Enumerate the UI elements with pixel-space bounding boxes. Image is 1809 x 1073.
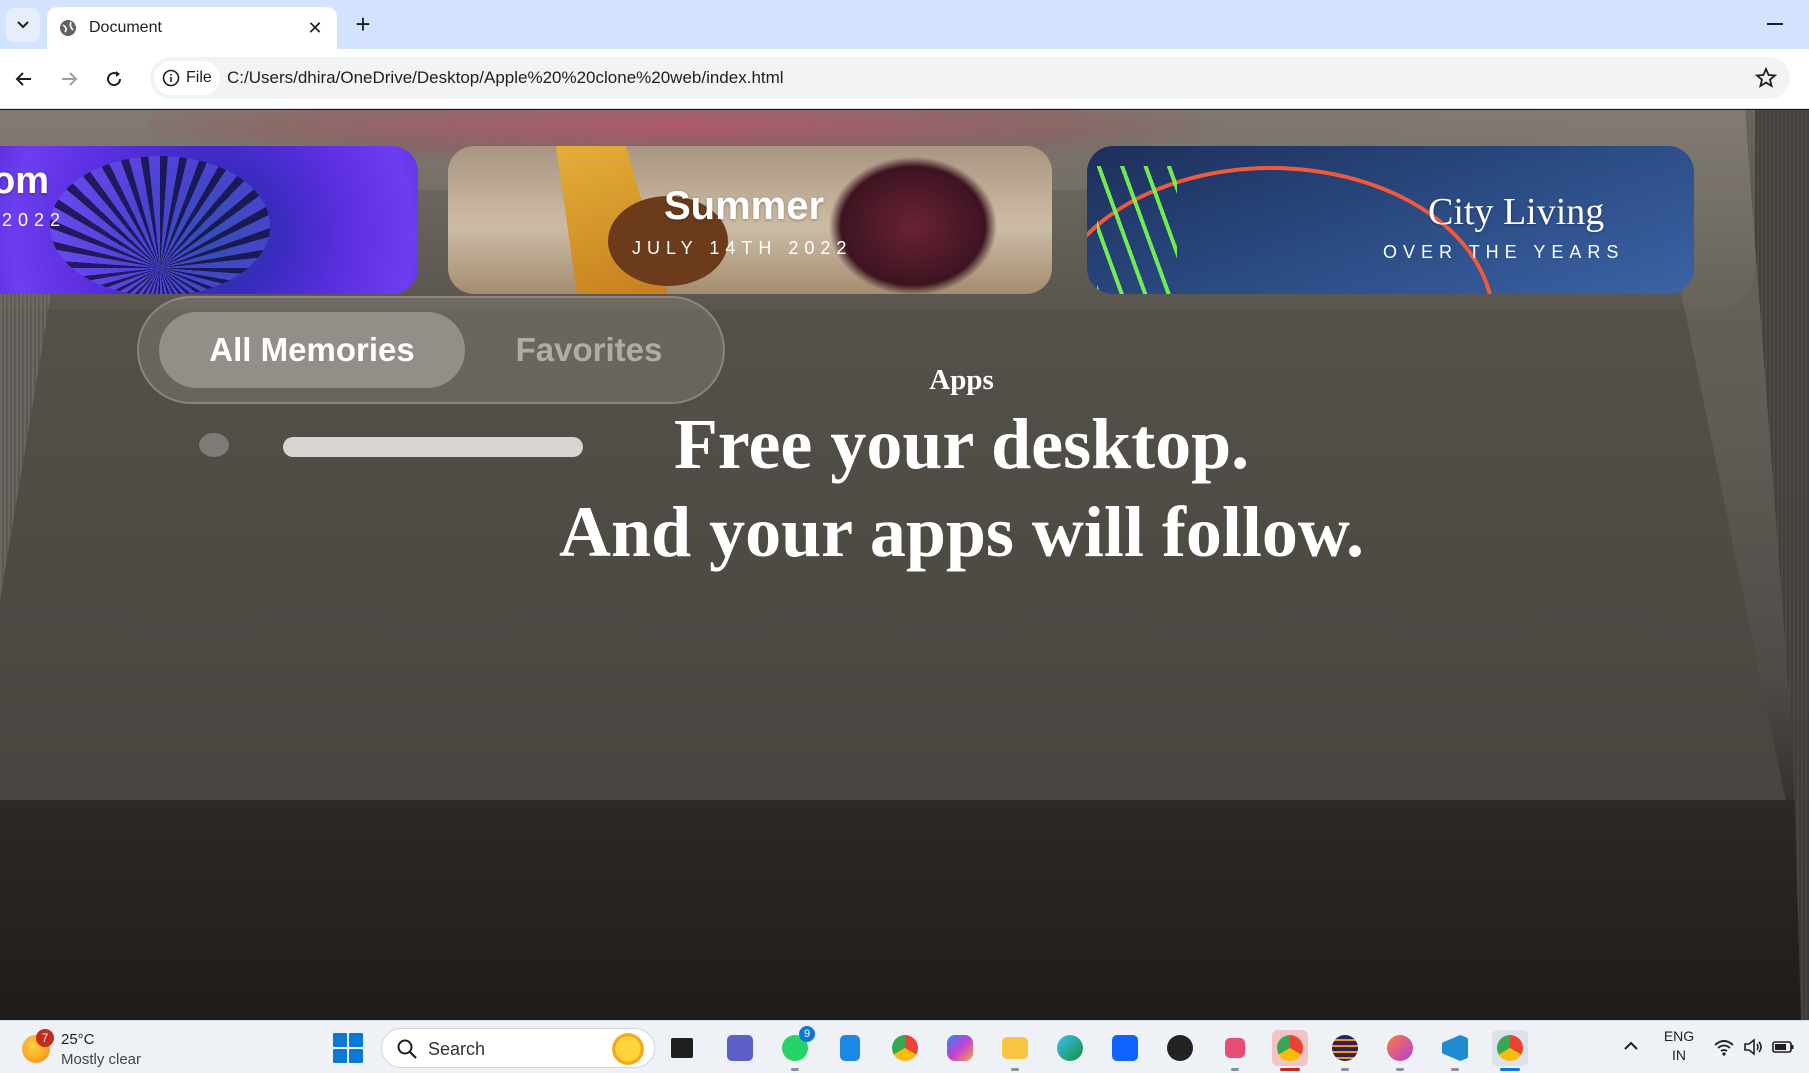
- chrome-active-icon[interactable]: [1492, 1030, 1528, 1071]
- weather-badge: 7: [36, 1029, 54, 1047]
- volume-icon[interactable]: [1741, 1035, 1765, 1059]
- site-info-chip[interactable]: File: [154, 61, 220, 95]
- arrow-right-icon: [62, 72, 78, 86]
- wifi-icon[interactable]: [1712, 1035, 1736, 1059]
- browser-toolbar: File C:/Users/dhira/OneDrive/Desktop/App…: [0, 49, 1809, 109]
- card-title-3: City Living: [1428, 191, 1605, 233]
- page-headline: Free your desktop. And your apps will fo…: [57, 400, 1809, 576]
- new-tab-button[interactable]: +: [348, 8, 378, 42]
- language-line-2: IN: [1672, 1047, 1686, 1063]
- card-title-1: om: [0, 160, 49, 202]
- running-indicator: [1231, 1068, 1239, 1071]
- headline-line-2: And your apps will follow.: [559, 492, 1364, 572]
- running-indicator: [791, 1068, 799, 1071]
- language-line-1: ENG: [1663, 1028, 1695, 1044]
- globe-icon: [60, 20, 76, 36]
- running-indicator: [1500, 1068, 1520, 1071]
- search-highlight-icon: [612, 1033, 644, 1065]
- weather-widget[interactable]: 7 25°C Mostly clear: [18, 1029, 168, 1069]
- file-explorer-icon[interactable]: [997, 1030, 1033, 1071]
- tab-title: Document: [89, 19, 162, 36]
- back-button[interactable]: [8, 63, 40, 95]
- edge-icon[interactable]: [1052, 1030, 1088, 1066]
- browser-tabstrip: Document ✕ +: [0, 0, 1809, 49]
- running-indicator: [1396, 1068, 1404, 1071]
- media-app-icon[interactable]: [1162, 1030, 1198, 1066]
- address-bar[interactable]: File C:/Users/dhira/OneDrive/Desktop/App…: [150, 57, 1790, 99]
- browser-tab-document[interactable]: Document ✕: [47, 7, 337, 49]
- brave-icon[interactable]: [1382, 1030, 1418, 1071]
- minimize-window-button[interactable]: [1767, 10, 1785, 34]
- chrome-icon[interactable]: [887, 1030, 923, 1066]
- taskbar-search[interactable]: Search: [381, 1028, 655, 1068]
- headline-line-1: Free your desktop.: [673, 404, 1250, 484]
- reload-button[interactable]: [98, 63, 130, 95]
- info-icon: [162, 69, 180, 87]
- section-label: Apps: [929, 364, 994, 396]
- eclipse-icon[interactable]: [1327, 1030, 1363, 1071]
- vscode-icon[interactable]: [1437, 1030, 1473, 1071]
- url-text[interactable]: C:/Users/dhira/OneDrive/Desktop/Apple%20…: [227, 68, 784, 88]
- running-indicator: [1280, 1068, 1300, 1071]
- windows-taskbar: 7 25°C Mostly clear Search 9 ENG IN: [0, 1020, 1809, 1073]
- teams-icon[interactable]: [722, 1030, 758, 1066]
- card-subtitle-1: 2022: [2, 210, 67, 230]
- sticky-app-icon[interactable]: [1107, 1030, 1143, 1066]
- battery-icon[interactable]: [1771, 1035, 1795, 1059]
- weather-condition: Mostly clear: [61, 1051, 142, 1068]
- bookmark-star-icon[interactable]: [1754, 66, 1778, 90]
- copilot-icon[interactable]: [942, 1030, 978, 1066]
- chevron-up-icon[interactable]: [1620, 1035, 1642, 1057]
- running-indicator: [1451, 1068, 1459, 1071]
- chevron-down-icon: [17, 21, 29, 29]
- tab-search-button[interactable]: [6, 8, 40, 42]
- language-indicator[interactable]: ENG IN: [1662, 1027, 1696, 1065]
- forward-button[interactable]: [53, 63, 85, 95]
- notepad-icon[interactable]: [832, 1030, 868, 1066]
- close-tab-icon[interactable]: ✕: [305, 18, 325, 39]
- task-view-icon[interactable]: [664, 1030, 700, 1066]
- temperature: 25°C: [61, 1031, 95, 1048]
- arrow-left-icon: [15, 72, 31, 86]
- search-label: Search: [428, 1039, 486, 1059]
- chrome-profile-icon[interactable]: [1272, 1030, 1308, 1071]
- card-subtitle-3: OVER THE YEARS: [1383, 242, 1625, 262]
- reload-icon: [107, 71, 122, 87]
- card-title-2: Summer: [664, 184, 825, 228]
- site-info-label: File: [186, 69, 212, 86]
- whatsapp-badge: 9: [799, 1026, 815, 1042]
- whatsapp-icon[interactable]: 9: [777, 1026, 815, 1071]
- card-subtitle-2: JULY 14TH 2022: [632, 238, 853, 258]
- page-hero: om 2022 Summer JULY 14TH 2022 City Livin…: [0, 110, 1809, 1020]
- background-box-front: [0, 800, 1809, 1020]
- running-indicator: [1011, 1068, 1019, 1071]
- running-indicator: [1341, 1068, 1349, 1071]
- start-icon[interactable]: [333, 1033, 363, 1063]
- snipping-tool-icon[interactable]: [1217, 1030, 1253, 1071]
- search-icon: [397, 1039, 417, 1059]
